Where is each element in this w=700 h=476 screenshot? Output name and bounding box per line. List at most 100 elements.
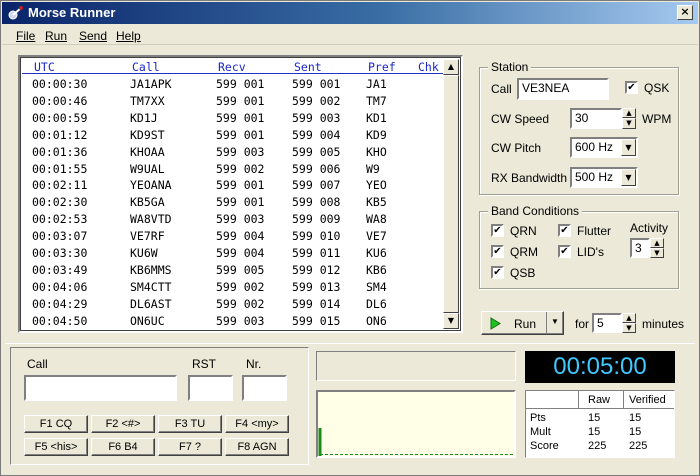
table-row[interactable]: 00:01:36 KHOAA 599 003 599 005 KHO <box>22 145 445 162</box>
col-sent: Sent <box>294 60 322 74</box>
log-cell-recv: 599 001 <box>216 110 265 125</box>
log-cell-recv: 599 001 <box>216 77 265 91</box>
table-row[interactable]: 00:03:30 KU6W 599 004 599 011 KU6 <box>22 246 445 263</box>
table-row[interactable]: 00:01:12 KD9ST 599 001 599 004 KD9 <box>22 128 445 145</box>
table-row[interactable]: 00:02:11 YEOANA 599 001 599 007 YEO <box>22 178 445 195</box>
title-bar[interactable]: Morse Runner × <box>2 2 698 24</box>
log-cell-pref: ON6 <box>366 313 387 328</box>
score-pts-verified: 15 <box>629 412 642 424</box>
qrm-checkbox[interactable]: ✔ <box>491 245 504 258</box>
run-button[interactable]: Run ▼ <box>481 311 564 335</box>
qrn-label: QRN <box>510 224 537 238</box>
score-pts-label: Pts <box>530 412 546 424</box>
log-cell-sent: 599 015 <box>292 313 341 328</box>
log-cell-call: KHOAA <box>130 144 165 159</box>
qsk-checkbox[interactable]: ✔ <box>625 81 638 94</box>
log-cell-pref: KU6 <box>366 246 387 260</box>
f6-b4-button[interactable]: F6 B4 <box>91 438 155 456</box>
spin-down-icon[interactable]: ▼ <box>622 118 636 129</box>
menu-run[interactable]: Run <box>45 29 67 43</box>
minutes-spinner[interactable]: ▲ ▼ <box>622 313 636 333</box>
log-cell-recv: 599 001 <box>216 178 265 193</box>
spin-down-icon[interactable]: ▼ <box>650 248 664 258</box>
log-cell-utc: 00:03:30 <box>32 246 88 260</box>
col-pref: Pref <box>368 60 396 74</box>
table-row[interactable]: 00:04:06 SM4CTT 599 002 599 013 SM4 <box>22 280 445 297</box>
qsb-checkbox[interactable]: ✔ <box>491 266 504 279</box>
table-row[interactable]: 00:02:30 KB5GA 599 001 599 008 KB5 <box>22 195 445 212</box>
log-cell-sent: 599 010 <box>292 229 341 244</box>
log-cell-utc: 00:04:29 <box>32 296 88 311</box>
log-cell-recv: 599 003 <box>216 313 265 328</box>
flutter-checkbox[interactable]: ✔ <box>558 224 571 237</box>
score-table: Raw Verified Pts 15 15 Mult 15 15 Score … <box>525 390 675 458</box>
log-cell-recv: 599 005 <box>216 262 265 277</box>
cw-speed-input[interactable]: 30 <box>570 108 622 129</box>
log-cell-sent: 599 007 <box>292 178 341 193</box>
log-cell-recv: 599 001 <box>216 127 265 142</box>
f5-his-call-button[interactable]: F5 <his> <box>24 438 88 456</box>
log-cell-utc: 00:02:53 <box>32 212 88 227</box>
spin-up-icon[interactable]: ▲ <box>622 108 636 118</box>
f8-agn-button[interactable]: F8 AGN <box>225 438 289 456</box>
cw-speed-label: CW Speed <box>491 112 550 126</box>
run-dropdown-icon[interactable]: ▼ <box>551 317 559 326</box>
score-total-verified: 225 <box>629 440 648 452</box>
table-row[interactable]: 00:03:07 VE7RF 599 004 599 010 VE7 <box>22 229 445 246</box>
entry-call-input[interactable] <box>24 375 177 401</box>
activity-input[interactable]: 3 <box>630 238 650 258</box>
log-cell-recv: 599 003 <box>216 144 265 159</box>
f7-query-button[interactable]: F7 ? <box>158 438 222 456</box>
spin-up-icon[interactable]: ▲ <box>650 238 664 248</box>
spin-down-icon[interactable]: ▼ <box>622 323 636 333</box>
contest-timer: 00:05:00 <box>525 351 675 383</box>
cw-speed-spinner[interactable]: ▲ ▼ <box>622 108 636 129</box>
log-cell-sent: 599 011 <box>292 246 341 260</box>
cw-pitch-dropdown-icon[interactable]: ▼ <box>621 139 636 156</box>
f1-cq-button[interactable]: F1 CQ <box>24 415 88 433</box>
table-row[interactable]: 00:00:30 JA1APK 599 001 599 001 JA1 <box>22 77 445 94</box>
log-cell-sent: 599 002 <box>292 93 341 108</box>
entry-nr-input[interactable] <box>242 375 287 401</box>
close-button[interactable]: × <box>677 5 693 20</box>
log-cell-utc: 00:03:07 <box>32 229 88 244</box>
table-row[interactable]: 00:00:59 KD1J 599 001 599 003 KD1 <box>22 111 445 128</box>
rx-bandwidth-dropdown-icon[interactable]: ▼ <box>621 169 636 186</box>
activity-spinner[interactable]: ▲ ▼ <box>650 238 664 258</box>
log-cell-utc: 00:02:11 <box>32 178 88 193</box>
table-row[interactable]: 00:03:49 KB6MMS 599 005 599 012 KB6 <box>22 263 445 280</box>
f4-my-call-button[interactable]: F4 <my> <box>225 415 289 433</box>
entry-rst-input[interactable] <box>188 375 233 401</box>
qrm-label: QRM <box>510 245 538 259</box>
qrn-checkbox[interactable]: ✔ <box>491 224 504 237</box>
log-cell-call: VE7RF <box>130 229 165 244</box>
status-panel <box>316 351 516 381</box>
scroll-up-arrow-icon[interactable]: ▲ <box>443 59 459 75</box>
table-row[interactable]: 00:01:55 W9UAL 599 002 599 006 W9 <box>22 162 445 179</box>
log-cell-pref: KB5 <box>366 195 387 210</box>
spin-up-icon[interactable]: ▲ <box>622 313 636 323</box>
table-row[interactable]: 00:02:53 WA8VTD 599 003 599 009 WA8 <box>22 212 445 229</box>
log-cell-pref: VE7 <box>366 229 387 244</box>
f3-tu-button[interactable]: F3 TU <box>158 415 222 433</box>
qso-log-list[interactable]: UTC Call Recv Sent Pref Chk 00:00:30 JA1A… <box>18 55 463 333</box>
scroll-thumb[interactable] <box>443 75 459 313</box>
log-cell-recv: 599 004 <box>216 229 265 244</box>
station-call-input[interactable]: VE3NEA <box>517 78 609 100</box>
table-row[interactable]: 00:04:29 DL6AST 599 002 599 014 DL6 <box>22 297 445 314</box>
menu-file[interactable]: File <box>16 29 35 43</box>
minutes-input[interactable]: 5 <box>592 313 622 333</box>
table-row[interactable]: 00:00:46 TM7XX 599 001 599 002 TM7 <box>22 94 445 111</box>
log-header: UTC Call Recv Sent Pref Chk <box>22 59 445 74</box>
log-cell-utc: 00:01:55 <box>32 161 88 176</box>
scroll-down-arrow-icon[interactable]: ▼ <box>443 313 459 329</box>
menu-help[interactable]: Help <box>116 29 141 43</box>
menu-send[interactable]: Send <box>79 29 107 43</box>
lids-checkbox[interactable]: ✔ <box>558 245 571 258</box>
f2-exchange-button[interactable]: F2 <#> <box>91 415 155 433</box>
signal-level-display <box>316 390 516 458</box>
log-cell-sent: 599 005 <box>292 144 341 159</box>
log-cell-sent: 599 013 <box>292 279 341 294</box>
table-row[interactable]: 00:04:50 ON6UC 599 003 599 015 ON6 <box>22 314 445 331</box>
log-scrollbar[interactable]: ▲ ▼ <box>443 59 459 329</box>
